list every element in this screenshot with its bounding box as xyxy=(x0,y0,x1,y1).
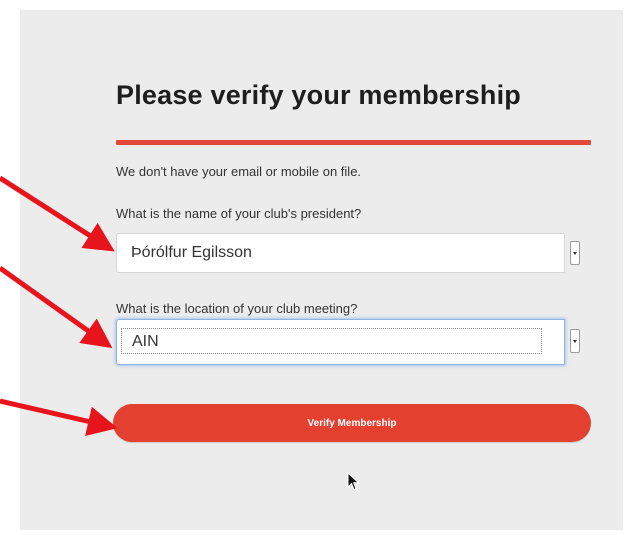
red-arrow-icon xyxy=(0,398,118,437)
screenshot: Please verify your membership We don't h… xyxy=(0,0,628,535)
red-arrow-icon xyxy=(0,175,115,252)
red-arrow-icon xyxy=(0,265,113,349)
annotation-arrows xyxy=(0,175,118,437)
